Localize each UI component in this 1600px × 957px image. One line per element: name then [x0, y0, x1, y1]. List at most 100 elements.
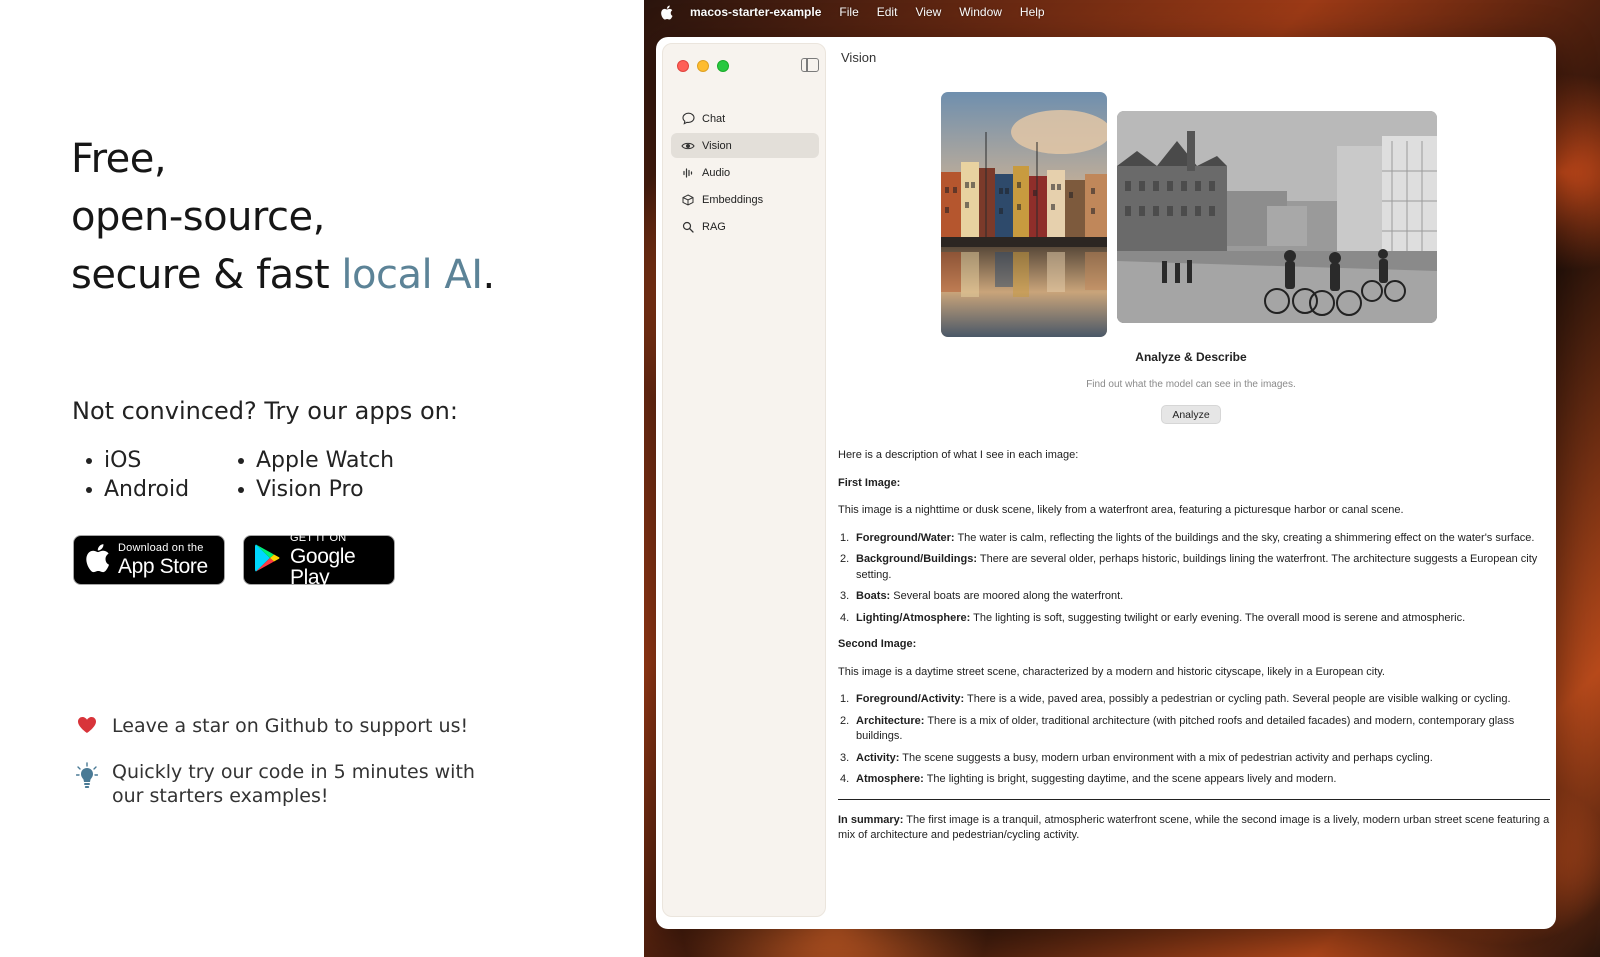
list-number: 1. [840, 693, 850, 705]
list-body: The water is calm, reflecting the lights… [954, 531, 1535, 544]
list-item: 1. Foreground/Activity: There is a wide, … [838, 692, 1550, 708]
sidebar-item-embeddings[interactable]: Embeddings [671, 187, 819, 212]
heart-icon [76, 714, 98, 734]
menu-help[interactable]: Help [1020, 5, 1045, 19]
zoom-button[interactable] [717, 60, 729, 72]
apple-logo-icon [84, 543, 110, 578]
platform-label: Android [104, 477, 190, 502]
apple-menu-icon[interactable] [660, 5, 674, 20]
menu-file[interactable]: File [839, 5, 858, 19]
notes-list: Leave a star on Github to support us! Qu… [76, 714, 492, 830]
first-image-heading: First Image: [838, 476, 901, 489]
github-star-text: Leave a star on Github to support us! [112, 715, 469, 737]
menu-app-name[interactable]: macos-starter-example [690, 5, 821, 19]
second-image-list: 1. Foreground/Activity: There is a wide, … [838, 692, 1550, 788]
app-store-badge[interactable]: Download on the App Store [73, 535, 225, 585]
app-window: Chat Vision Audio Embeddings RAG Vision … [656, 37, 1556, 929]
github-star-note[interactable]: Leave a star on Github to support us! [76, 714, 492, 738]
sidebar-item-chat[interactable]: Chat [671, 106, 819, 131]
analyze-title: Analyze & Describe [1135, 350, 1247, 364]
bullet-dot [238, 486, 244, 493]
headline-line-1: Free, [71, 136, 167, 182]
headline-line-3-prefix: secure & fast [71, 252, 342, 298]
app-store-small-text: Download on the [118, 542, 204, 554]
list-item: 2. Architecture: There is a mix of older,… [838, 714, 1550, 745]
menu-window[interactable]: Window [959, 5, 1002, 19]
google-play-logo-icon [254, 543, 282, 578]
menu-edit[interactable]: Edit [877, 5, 898, 19]
platform-label: iOS [104, 448, 142, 473]
list-item: 3. Activity: The scene suggests a busy, m… [838, 751, 1550, 767]
list-body: There is a wide, paved area, possibly a … [964, 693, 1511, 705]
sidebar-toggle-icon[interactable] [801, 58, 819, 72]
list-label: Boats: [856, 590, 891, 602]
platform-label: Apple Watch [256, 448, 395, 473]
analyze-subtitle: Find out what the model can see in the i… [1086, 379, 1296, 390]
second-image-summary: This image is a daytime street scene, ch… [838, 665, 1385, 678]
minimize-button[interactable] [697, 60, 709, 72]
list-number: 4. [840, 773, 850, 785]
list-label: Lighting/Atmosphere: [856, 611, 971, 624]
list-text: Activity: The scene suggests a busy, mod… [856, 751, 1433, 767]
pitch-text: Not convinced? Try our apps on: [72, 397, 458, 425]
bullet-dot [86, 457, 92, 464]
list-number: 2. [840, 553, 850, 565]
cube-icon [681, 193, 695, 207]
chat-bubble-icon [681, 112, 695, 126]
platform-item: iOS [72, 448, 224, 473]
waveform-icon [681, 166, 695, 180]
list-body: The scene suggests a busy, modern urban … [899, 751, 1433, 764]
headline-line-3: secure & fast local AI. [71, 246, 495, 304]
list-text: Boats: Several boats are moored along th… [856, 589, 1123, 605]
list-item: 2. Background/Buildings: There are severa… [838, 552, 1550, 583]
description-output: Here is a description of what I see in e… [838, 448, 1550, 856]
list-number: 3. [840, 751, 850, 764]
headline-line-2: open-source, [71, 194, 325, 240]
platform-list: iOS Apple Watch Android Vision Pro [72, 448, 424, 502]
summary-paragraph: In summary: The first image is a tranqui… [838, 813, 1550, 844]
list-label: Background/Buildings: [856, 553, 977, 565]
menu-bar: macos-starter-example File Edit View Win… [644, 0, 1600, 24]
list-label: Foreground/Water: [856, 531, 955, 544]
starters-note[interactable]: Quickly try our code in 5 minutes with o… [76, 760, 492, 808]
sidebar-item-audio[interactable]: Audio [671, 160, 819, 185]
headline-accent: local AI [341, 252, 483, 298]
analyze-button[interactable]: Analyze [1161, 405, 1221, 424]
sidebar-item-rag[interactable]: RAG [671, 214, 819, 239]
lightbulb-icon [76, 760, 98, 792]
bullet-dot [86, 486, 92, 493]
menu-view[interactable]: View [915, 5, 941, 19]
list-text: Atmosphere: The lighting is bright, sugg… [856, 772, 1336, 788]
second-image-heading: Second Image: [838, 638, 917, 650]
list-item: 4. Atmosphere: The lighting is bright, su… [838, 772, 1550, 788]
list-number: 1. [840, 531, 850, 544]
page-title: Vision [841, 50, 877, 65]
google-play-badge[interactable]: GET IT ON Google Play [243, 532, 395, 589]
first-image-summary: This image is a nighttime or dusk scene,… [838, 504, 1404, 516]
sidebar-item-label: Embeddings [702, 193, 764, 206]
list-text: Lighting/Atmosphere: The lighting is sof… [856, 611, 1465, 627]
google-play-big-text: Google Play [290, 544, 356, 589]
window-controls [677, 60, 729, 72]
list-item: 1. Foreground/Water: The water is calm, r… [838, 531, 1550, 547]
bullet-dot [238, 457, 244, 464]
list-label: Atmosphere: [856, 773, 924, 785]
headline: Free, open-source, secure & fast local A… [71, 130, 495, 304]
sidebar-item-label: Chat [702, 112, 726, 125]
starters-text: Quickly try our code in 5 minutes with o… [112, 761, 475, 807]
list-body: There is a mix of older, traditional arc… [856, 714, 1515, 743]
close-button[interactable] [677, 60, 689, 72]
platform-label: Vision Pro [256, 477, 364, 502]
harbor-image[interactable] [941, 92, 1107, 337]
list-body: The lighting is soft, suggesting twiligh… [970, 611, 1466, 624]
divider [838, 798, 1550, 800]
desktop-wallpaper: macos-starter-example File Edit View Win… [644, 0, 1600, 957]
street-image[interactable] [1117, 111, 1437, 323]
list-text: Foreground/Water: The water is calm, ref… [856, 531, 1534, 547]
sidebar-item-vision[interactable]: Vision [671, 133, 819, 158]
list-number: 3. [840, 590, 850, 602]
sidebar-item-label: Vision [702, 139, 732, 152]
sidebar-item-label: RAG [702, 220, 726, 233]
platform-item: Android [72, 477, 224, 502]
list-label: Foreground/Activity: [856, 693, 965, 705]
